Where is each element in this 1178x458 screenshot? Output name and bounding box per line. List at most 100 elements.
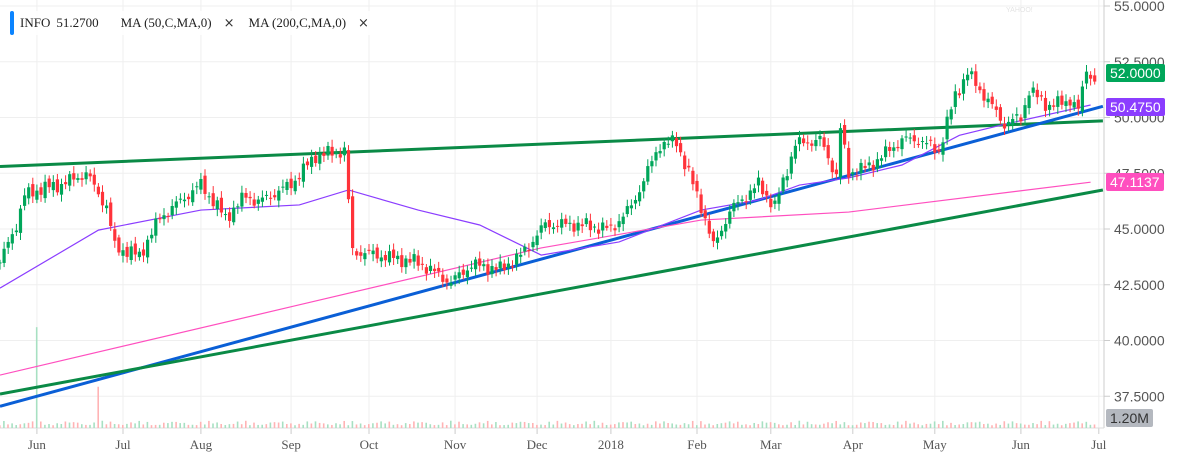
candle-body [219,197,223,213]
candle-body [609,224,613,226]
volume-bar [737,421,739,428]
volume-bar [187,424,190,428]
candle-body [941,142,945,155]
candle-body [23,195,27,206]
candle-body [84,172,88,180]
candle-body [203,175,207,194]
volume-bar [351,421,354,428]
candle-body [240,192,244,207]
volume-bar [290,423,292,428]
candle-body [884,146,888,158]
volume-bar [827,422,829,428]
candle-body [117,237,121,253]
candle-body [851,172,855,175]
volume-bar [413,421,415,428]
remove-ma50-close-icon[interactable]: × [224,16,235,31]
volume-bar [921,425,924,428]
volume-bar [392,424,395,428]
volume-bar [1093,424,1096,428]
trendline-lower-support [0,188,1104,396]
volume-bar [68,422,71,428]
legend-symbol[interactable]: INFO [20,15,50,31]
volume-bar [753,422,755,428]
candle-body [1072,102,1076,108]
candle-body [121,250,125,256]
candle-body [933,144,937,153]
volume-bar [310,423,313,428]
candle-body [400,255,404,268]
candle-body [105,205,109,209]
volume-bar [450,420,452,428]
candle-body [994,106,998,110]
volume-bar [384,423,386,428]
legend-ma200[interactable]: MA (200,C,MA,0) [249,15,347,31]
volume-bar [417,422,419,428]
candle-body [740,199,744,201]
candle-body [879,158,884,161]
volume-bar [482,423,485,428]
remove-ma200-close-icon[interactable]: × [358,16,369,31]
volume-bar [872,422,874,428]
volume-bar [7,424,9,428]
candle-body [412,254,416,262]
candle-body [469,267,474,269]
volume-bar [1024,424,1026,428]
volume-bar [741,424,743,428]
volume-bar [359,423,362,428]
volume-bar [622,422,624,428]
volume-bar [1015,423,1018,428]
candle-body [769,198,773,208]
volume-bar [958,424,960,428]
candle-body [523,246,527,252]
volume-bar [937,424,940,428]
candle-body [1089,74,1093,79]
candle-body [904,136,908,138]
legend-ma50[interactable]: MA (50,C,MA,0) [121,15,212,31]
candle-body [929,139,933,141]
volume-bar [687,424,690,428]
volume-bar [281,421,284,428]
candle-body [797,137,802,145]
candle-body [334,152,338,155]
candle-body [146,239,150,258]
price-chart[interactable]: 55.000052.500050.000047.500045.000042.50… [0,0,1178,458]
candle-body [404,258,408,268]
candle-body [568,222,572,224]
volume-bar [134,423,136,428]
volume-bar [261,424,263,428]
volume-bar [974,422,977,428]
volume-bar [396,424,399,428]
volume-bar [999,424,1001,428]
candle-body [662,141,666,150]
candle-body [556,225,560,227]
volume-bar [950,422,952,428]
candle-body [297,177,301,180]
volume-bar [3,421,5,428]
volume-bar [257,424,259,428]
candle-body [703,210,707,219]
candle-body [396,255,400,260]
volume-bar [306,421,309,428]
candle-body [802,138,806,144]
volume-bar [691,420,694,428]
volume-bar [946,425,948,428]
x-tick-label: Aug [190,437,213,452]
volume-bar [236,421,239,428]
volume-bar [634,424,637,428]
volume-bar [720,423,723,428]
volume-bar [19,424,22,428]
volume-bar [15,425,17,428]
volume-bar [199,421,202,428]
candle-body [875,159,879,169]
candle-body [1093,75,1097,82]
candle-body [215,200,219,210]
ma200-badge: 47.1137 [1106,173,1164,191]
candle-body [908,137,912,139]
candle-body [633,199,638,204]
candle-body [592,226,597,228]
candle-body [18,208,23,233]
volume-bar [253,422,255,428]
candle-body [818,135,822,140]
volume-bar [400,425,403,428]
candle-body [191,190,195,203]
